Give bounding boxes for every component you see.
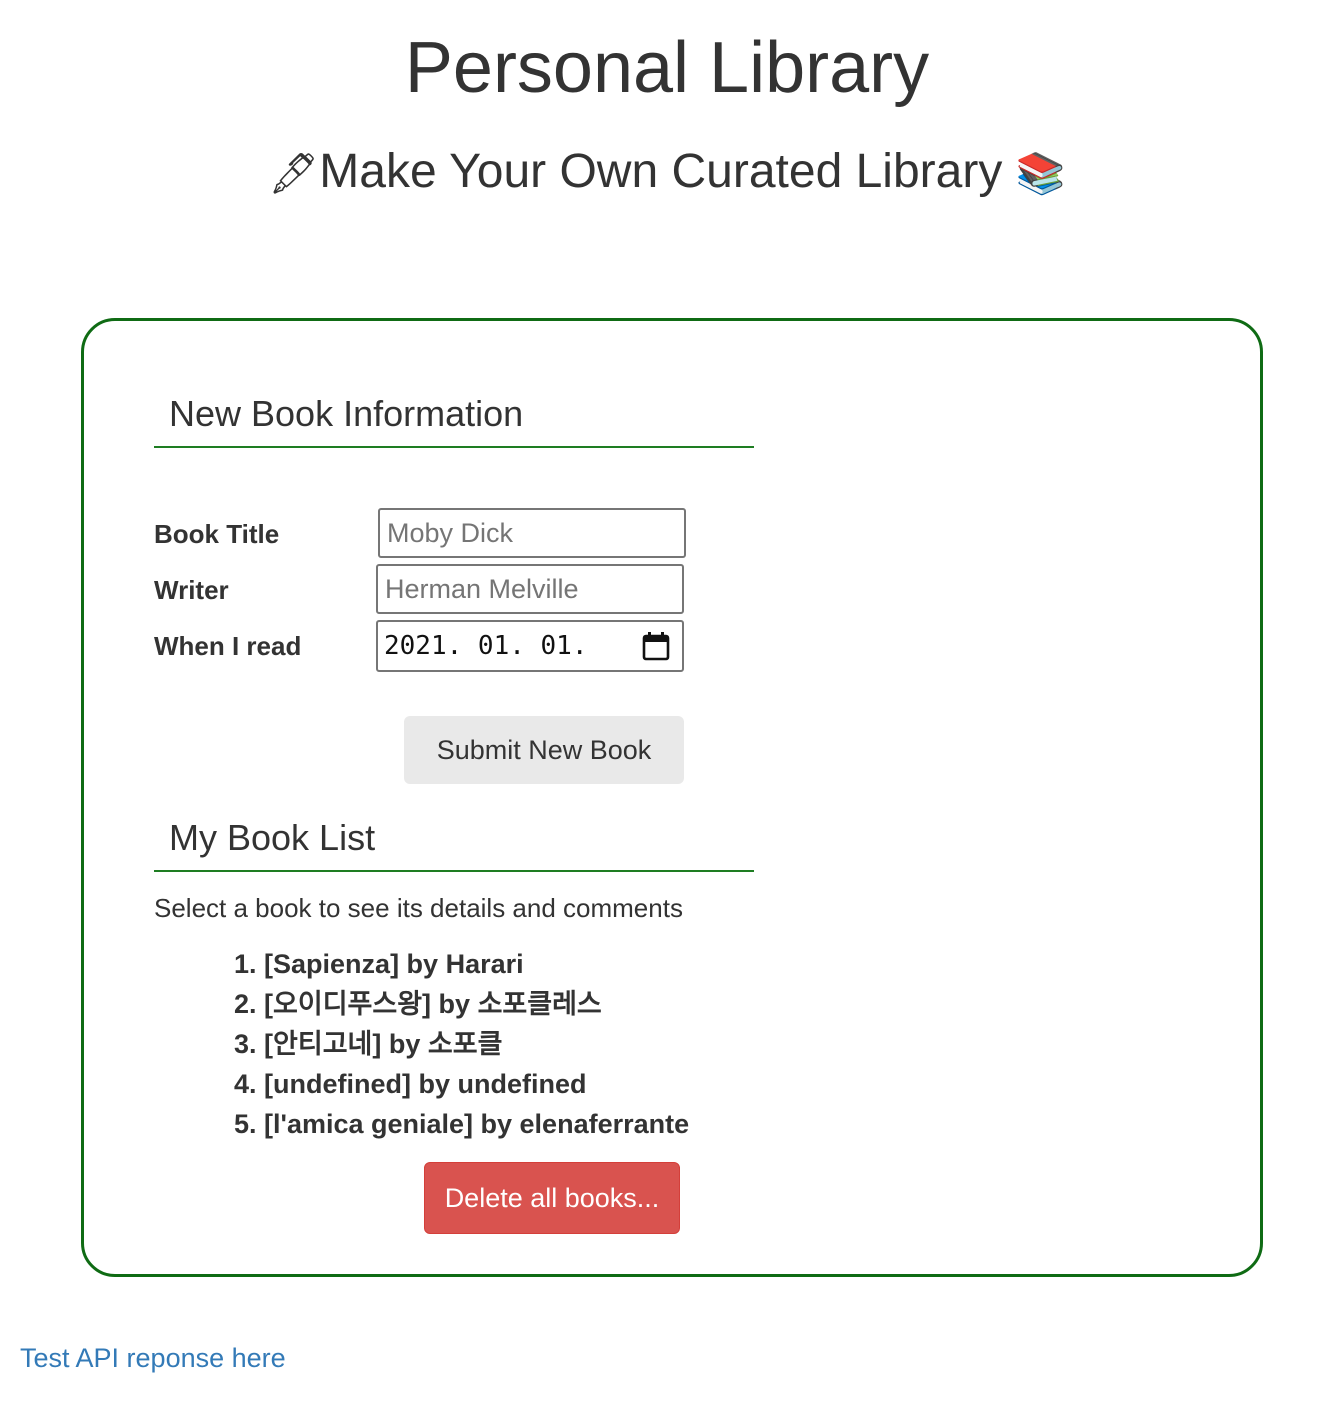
book-entry: [Sapienza] by Harari [264,949,524,979]
read-date-input[interactable]: 2021. 01. 01. [376,620,684,672]
book-number: 3. [234,1029,265,1059]
calendar-icon[interactable] [642,631,670,661]
book-list-heading: My Book List [154,816,754,872]
book-number: 5. [234,1109,265,1139]
book-entry: [안티고네] by 소포클 [264,1029,503,1059]
delete-all-books-button[interactable]: Delete all books... [424,1162,680,1234]
page-subtitle: 🖋Make Your Own Curated Library 📚 [0,140,1334,206]
book-number: 1. [234,949,265,979]
book-number: 2. [234,989,265,1019]
books-icon: 📚 [1015,151,1066,197]
book-list-item[interactable]: 2. [오이디푸스왕] by 소포클레스 [234,984,689,1024]
book-title-input[interactable] [378,508,686,558]
page-title: Personal Library [404,28,930,108]
book-entry: [오이디푸스왕] by 소포클레스 [264,989,602,1019]
fountain-pen-icon: 🖋 [268,151,320,197]
book-list-item[interactable]: 5. [l'amica geniale] by elenaferrante [234,1104,689,1144]
writer-label: Writer [154,575,229,605]
new-book-heading-text: New Book Information [169,393,524,434]
book-list-hint: Select a book to see its details and com… [154,893,683,923]
book-list-item[interactable]: 1. [Sapienza] by Harari [234,944,689,984]
subtitle-text: Make Your Own Curated Library [319,145,1003,198]
book-entry: [l'amica geniale] by elenaferrante [264,1109,690,1139]
book-list-item[interactable]: 4. [undefined] by undefined [234,1064,689,1104]
read-date-value: 2021. 01. 01. [384,631,588,661]
book-list-heading-text: My Book List [169,817,376,858]
book-title-label: Book Title [154,519,280,549]
read-date-label: When I read [154,631,302,661]
book-entry: [undefined] by undefined [264,1069,587,1099]
book-number: 4. [234,1069,265,1099]
new-book-heading: New Book Information [154,392,754,448]
book-list: 1. [Sapienza] by Harari 2. [오이디푸스왕] by 소… [234,944,689,1144]
writer-input[interactable] [376,564,684,614]
submit-new-book-button[interactable]: Submit New Book [404,716,684,784]
book-list-item[interactable]: 3. [안티고네] by 소포클 [234,1024,689,1064]
test-api-link[interactable]: Test API reponse here [20,1342,286,1374]
